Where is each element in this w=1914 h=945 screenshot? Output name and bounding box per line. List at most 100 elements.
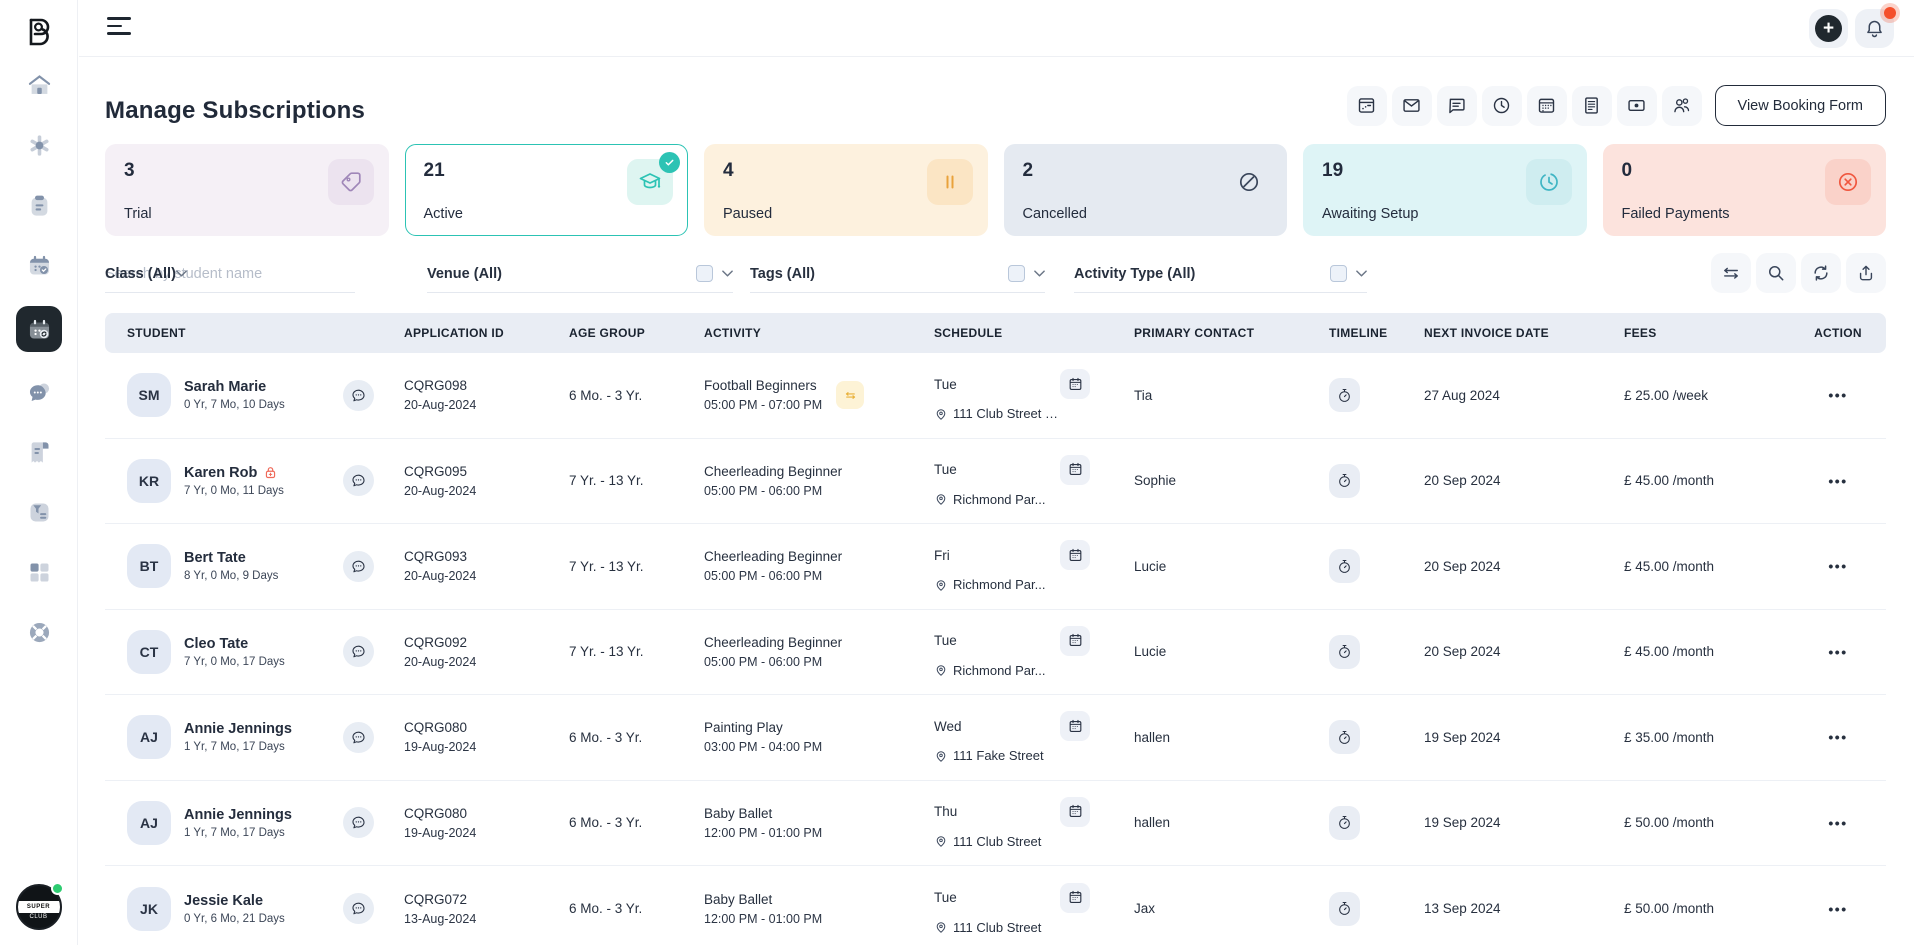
sidebar-item-messages[interactable] (16, 373, 62, 412)
transfer-icon[interactable] (1711, 253, 1751, 293)
filter-dropdown[interactable]: Class (All) (105, 255, 187, 293)
transfer-badge-icon[interactable] (836, 381, 864, 409)
schedule-calendar-icon[interactable] (1060, 626, 1090, 656)
age-group: 7 Yr. - 13 Yr. (555, 473, 690, 488)
fees: £ 45.00 /month (1610, 559, 1790, 574)
comment-icon[interactable] (1437, 86, 1477, 126)
timeline-icon[interactable] (1329, 720, 1360, 754)
row-actions-button[interactable]: ••• (1828, 901, 1847, 917)
user-avatar[interactable]: SUPER CLUB (16, 884, 62, 930)
primary-contact: Jax (1120, 901, 1315, 916)
activity-time: 05:00 PM - 07:00 PM (704, 398, 822, 412)
age-group: 7 Yr. - 13 Yr. (555, 559, 690, 574)
column-header: AGE GROUP (555, 326, 690, 340)
clipboard-icon (26, 192, 53, 219)
schedule-calendar-icon[interactable] (1060, 455, 1090, 485)
table-row: AJ Annie Jennings 1 Yr, 7 Mo, 17 Days CQ… (105, 781, 1886, 867)
row-actions-button[interactable]: ••• (1828, 558, 1847, 574)
timeline-icon[interactable] (1329, 635, 1360, 669)
stat-card[interactable]: 2 Cancelled (1004, 144, 1288, 236)
student-name: Sarah Marie (184, 379, 266, 395)
timeline-icon[interactable] (1329, 892, 1360, 926)
user-name-top: SUPER (18, 901, 60, 913)
chat-icon[interactable] (343, 465, 374, 496)
next-invoice-date: 20 Sep 2024 (1410, 644, 1610, 659)
chat-icon[interactable] (343, 807, 374, 838)
schedule-calendar-icon[interactable] (1060, 883, 1090, 913)
student-name: Jessie Kale (184, 893, 263, 909)
schedule-calendar-icon[interactable] (1060, 540, 1090, 570)
stat-card[interactable]: 4 Paused (704, 144, 988, 236)
refresh-icon[interactable] (1801, 253, 1841, 293)
brand-logo-icon (22, 15, 56, 49)
row-actions-button[interactable]: ••• (1828, 729, 1847, 745)
avatar-initials: JK (140, 901, 158, 917)
next-invoice-date: 19 Sep 2024 (1410, 730, 1610, 745)
invoice-list-icon[interactable] (1572, 86, 1612, 126)
view-booking-form-button[interactable]: View Booking Form (1715, 85, 1886, 126)
export-icon[interactable] (1846, 253, 1886, 293)
stat-card[interactable]: 3 Trial (105, 144, 389, 236)
sidebar-item-apps[interactable] (16, 553, 62, 592)
funnel-document-icon (26, 499, 53, 526)
sidebar-item-subscriptions[interactable] (16, 306, 62, 352)
avatar-initials: KR (139, 473, 159, 489)
activity-name: Painting Play (704, 720, 822, 735)
payment-icon[interactable] (1617, 86, 1657, 126)
stat-card[interactable]: 19 Awaiting Setup (1303, 144, 1587, 236)
student-avatar: JK (127, 887, 171, 931)
sidebar: SUPER CLUB (0, 0, 78, 945)
sidebar-item-leads[interactable] (16, 493, 62, 532)
avatar-initials: BT (140, 558, 159, 574)
app-logo[interactable] (19, 12, 59, 52)
filter-dropdown[interactable]: Activity Type (All) (1074, 255, 1367, 293)
add-button[interactable]: + (1809, 9, 1848, 48)
filter-checkbox[interactable] (1008, 265, 1025, 282)
menu-toggle-button[interactable] (107, 17, 131, 39)
customers-icon[interactable] (1662, 86, 1702, 126)
filter-dropdown[interactable]: Venue (All) (427, 255, 733, 293)
stat-card[interactable]: 0 Failed Payments (1603, 144, 1887, 236)
age-group: 6 Mo. - 3 Yr. (555, 388, 690, 403)
schedule-calendar-icon[interactable] (1060, 369, 1090, 399)
filter-dropdown[interactable]: Tags (All) (750, 255, 1045, 293)
schedule-calendar-icon[interactable] (1060, 797, 1090, 827)
timeline-icon[interactable] (1329, 378, 1360, 412)
row-actions-button[interactable]: ••• (1828, 815, 1847, 831)
chat-icon[interactable] (343, 551, 374, 582)
row-actions-button[interactable]: ••• (1828, 387, 1847, 403)
sidebar-item-registers[interactable] (16, 186, 62, 225)
timeline-icon[interactable] (1329, 464, 1360, 498)
grid-icon (26, 559, 53, 586)
search-icon[interactable] (1756, 253, 1796, 293)
chat-icon[interactable] (343, 893, 374, 924)
timeline-icon[interactable] (1329, 549, 1360, 583)
schedule-day: Wed (934, 719, 962, 734)
sidebar-item-help[interactable] (16, 613, 62, 652)
chat-icon[interactable] (343, 722, 374, 753)
activity-time: 03:00 PM - 04:00 PM (704, 740, 822, 754)
row-actions-button[interactable]: ••• (1828, 473, 1847, 489)
student-avatar: AJ (127, 801, 171, 845)
student-avatar: BT (127, 544, 171, 588)
schedule-board-icon[interactable] (1347, 86, 1387, 126)
timeline-icon[interactable] (1329, 806, 1360, 840)
sidebar-item-home[interactable] (16, 66, 62, 105)
schedule-day: Tue (934, 462, 957, 477)
student-age-detail: 0 Yr, 6 Mo, 21 Days (184, 913, 285, 925)
sidebar-item-bookings[interactable] (16, 246, 62, 285)
chat-icon[interactable] (343, 380, 374, 411)
schedule-calendar-icon[interactable] (1060, 711, 1090, 741)
stat-card[interactable]: 21 Active (405, 144, 689, 236)
row-actions-button[interactable]: ••• (1828, 644, 1847, 660)
mail-icon[interactable] (1392, 86, 1432, 126)
clock-icon[interactable] (1482, 86, 1522, 126)
filter-checkbox[interactable] (696, 265, 713, 282)
notifications-button[interactable] (1855, 9, 1894, 48)
sidebar-item-invoices[interactable] (16, 433, 62, 472)
calendar-icon[interactable] (1527, 86, 1567, 126)
chat-icon[interactable] (343, 636, 374, 667)
filter-bar: Class (All) Venue (All) Tags (All) Activ… (105, 255, 1886, 297)
sidebar-item-settings[interactable] (16, 126, 62, 165)
filter-checkbox[interactable] (1330, 265, 1347, 282)
